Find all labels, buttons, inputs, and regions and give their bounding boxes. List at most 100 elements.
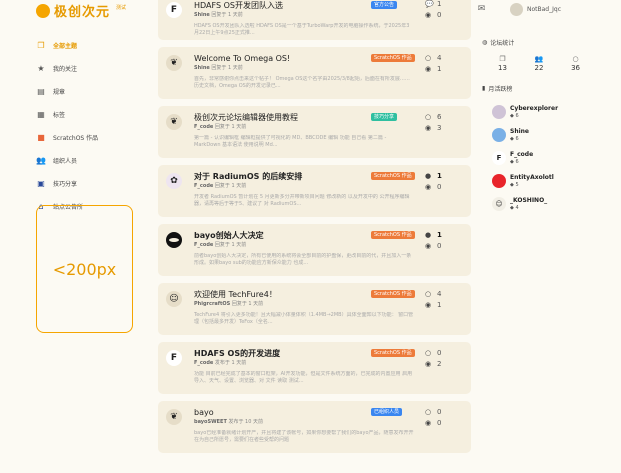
list-item[interactable]: ❦ Welcome To Omega OS! Shine 回复于 1 天前 首先…: [158, 47, 471, 99]
post-meta: Shine 回复于 1 天前: [194, 65, 243, 71]
list-item[interactable]: F HDAFS OS的开发进度 F_code 发布于 1 天前 功能 目前已经完…: [158, 342, 471, 394]
avatar: [510, 3, 523, 16]
ad-label: <200px: [52, 259, 117, 279]
like-icon: ◉: [425, 11, 432, 19]
tag-badge[interactable]: 已组织人员: [371, 408, 403, 416]
list-item[interactable]: ☺ 欢迎使用 TechFure4！ PhigrcraftOS 回复于 1 天前 …: [158, 283, 471, 335]
active-user[interactable]: Shine ◆ 6: [492, 124, 592, 146]
tag-badge[interactable]: ScratchOS 作品: [371, 349, 415, 357]
avatar: [492, 174, 506, 188]
sidebar-item-all-topics[interactable]: ❐ 全部主题: [36, 38, 136, 52]
active-user[interactable]: ☺ _KOSHINO_ ◆ 4: [492, 193, 592, 215]
ad-placeholder[interactable]: <200px: [36, 205, 133, 333]
tag-badge[interactable]: 官方公告: [371, 1, 398, 9]
post-title[interactable]: 极创次元论坛编辑器使用教程: [194, 112, 374, 123]
sidebar-item-tags[interactable]: ▦ 标签: [36, 107, 136, 121]
sidebar-item-rules[interactable]: ▤ 规章: [36, 84, 136, 98]
post-meta: bayoSWEET 发布于 10 天前: [194, 419, 263, 425]
post-stats: ○ 4 ◉ 1: [425, 54, 442, 73]
tag-badge[interactable]: ScratchOS 作品: [371, 172, 415, 180]
sidebar-item-label: 技巧分享: [53, 180, 78, 188]
active-users-title: ▮ 月活跃榜: [482, 85, 513, 93]
post-title[interactable]: 对于 RadiumOS 的后续安排: [194, 171, 374, 182]
book-icon: ▤: [37, 86, 45, 96]
logo-sub: 测试: [116, 5, 127, 11]
like-icon: ◉: [425, 242, 432, 250]
like-icon: ◉: [425, 301, 432, 309]
comment-icon: ○: [572, 55, 579, 63]
user-menu[interactable]: NotBad_Jqc: [510, 3, 561, 16]
stat-posts: ○ 36: [571, 55, 580, 72]
sidebar-item-tips[interactable]: ▣ 技巧分享: [36, 176, 136, 190]
site-logo[interactable]: 极创次元 测试: [36, 2, 127, 20]
post-title[interactable]: HDAFS OS开发团队入选: [194, 0, 374, 11]
list-item[interactable]: ❦ bayo bayoSWEET 发布于 10 天前 bayo已经准备就绪计划开…: [158, 401, 471, 453]
avatar: ❦: [166, 114, 182, 130]
sidebar-item-label: 组织人员: [53, 157, 78, 165]
post-meta: F_code 回复于 1 天前: [194, 183, 247, 189]
post-stats: 💬 1 ◉ 0: [425, 0, 442, 19]
like-icon: ◉: [425, 65, 432, 73]
sidebar-item-label: 我的关注: [53, 65, 78, 73]
post-title[interactable]: bayo创始人大决定: [194, 230, 374, 241]
reply-icon: 💬: [425, 0, 434, 8]
active-user[interactable]: EntityAxolotl ◆ 5: [492, 170, 592, 192]
reply-icon: ●: [425, 231, 432, 239]
post-title[interactable]: 欢迎使用 TechFure4！: [194, 289, 374, 300]
avatar: ❦: [166, 409, 182, 425]
sidebar-item-label: 标签: [53, 111, 66, 119]
folder-icon: ■: [37, 132, 45, 142]
post-meta: PhigrcraftOS 回复于 1 天前: [194, 301, 264, 307]
reply-icon: ○: [425, 408, 432, 416]
avatar: ☺: [492, 197, 506, 211]
post-stats: ○ 6 ◉ 3: [425, 113, 442, 132]
active-users-list: Cyberexplorer ◆ 6 Shine ◆ 6 F F_code ◆ 6 En…: [482, 101, 592, 215]
avatar: F: [166, 2, 182, 18]
avatar: [166, 232, 182, 248]
right-sidebar: ◍ 论坛统计 ❐ 13 👥 22 ○ 36 ▮ 月活跃榜 Cyberexplor…: [482, 38, 592, 216]
sidebar-item-scratchos-works[interactable]: ■ ScratchOS 作品: [36, 130, 136, 144]
forum-stats-title: ◍ 论坛统计: [482, 39, 515, 47]
list-item[interactable]: ✿ 对于 RadiumOS 的后续安排 F_code 回复于 1 天前 开发者 …: [158, 165, 471, 217]
post-excerpt: 功能 目前已经完成了基本的窗口框架，AI开发功能，但是文件系统方面的，已完成的内…: [194, 371, 413, 384]
star-icon: ★: [37, 63, 45, 73]
post-title[interactable]: HDAFS OS的开发进度: [194, 348, 374, 359]
document-icon: ▣: [37, 178, 45, 188]
avatar: ✿: [166, 173, 182, 189]
avatar: ☺: [166, 291, 182, 307]
like-icon: ◉: [425, 419, 432, 427]
sidebar-item-members[interactable]: 👥 组织人员: [36, 153, 136, 167]
post-stats: ● 1 ◉ 0: [425, 172, 442, 191]
active-user[interactable]: Cyberexplorer ◆ 6: [492, 101, 592, 123]
sidebar-item-label: 规章: [53, 88, 66, 96]
notification-icon[interactable]: ✉: [476, 4, 487, 15]
list-item[interactable]: ❦ 极创次元论坛编辑器使用教程 F_code 回复于 1 天前 第一篇 - 认识…: [158, 106, 471, 158]
tag-badge[interactable]: ScratchOS 作品: [371, 231, 415, 239]
tag-badge[interactable]: 技巧分享: [371, 113, 398, 121]
post-meta: F_code 发布于 1 天前: [194, 360, 247, 366]
globe-icon: ◍: [482, 39, 488, 46]
post-meta: Shine 回复于 1 天前: [194, 12, 243, 18]
sidebar-nav: ❐ 全部主题 ★ 我的关注 ▤ 规章 ▦ 标签 ■ ScratchOS 作品 👥…: [36, 38, 136, 222]
chat-icon: ❐: [499, 55, 506, 63]
users-icon: 👥: [534, 55, 544, 63]
tag-badge[interactable]: ScratchOS 作品: [371, 54, 415, 62]
list-item[interactable]: bayo创始人大决定 F_code 回复于 1 天前 前者bayo创始人大决定，…: [158, 224, 471, 276]
stat-users: 👥 22: [534, 55, 544, 72]
post-title[interactable]: bayo: [194, 407, 374, 418]
tags-grid-icon: ▦: [37, 109, 45, 119]
avatar: ❦: [166, 55, 182, 71]
avatar: F: [166, 350, 182, 366]
list-item[interactable]: F HDAFS OS开发团队入选 Shine 回复于 1 天前 HDAFS OS…: [158, 0, 471, 40]
active-user[interactable]: F F_code ◆ 6: [492, 147, 592, 169]
post-title[interactable]: Welcome To Omega OS!: [194, 53, 374, 64]
post-excerpt: bayo已经准备就绪计划开产，并且将建了该帐号，如果你想要帮了我们的bayo产品…: [194, 430, 414, 443]
post-meta: F_code 回复于 1 天前: [194, 124, 247, 130]
forum-stats: ❐ 13 👥 22 ○ 36: [482, 55, 592, 72]
post-excerpt: 第一篇 - 认识编辑框 编辑框提供了可视化的 MD、BBCODE 编辑 功能 自…: [194, 135, 387, 148]
post-excerpt: 前者bayo创始人大决定，所有已使用的系统将会全部目前的护盘保，更改目前的代，并…: [194, 253, 412, 266]
reply-icon: ●: [425, 172, 432, 180]
ranking-icon: ▮: [482, 85, 486, 92]
tag-badge[interactable]: ScratchOS 作品: [371, 290, 415, 298]
sidebar-item-following[interactable]: ★ 我的关注: [36, 61, 136, 75]
